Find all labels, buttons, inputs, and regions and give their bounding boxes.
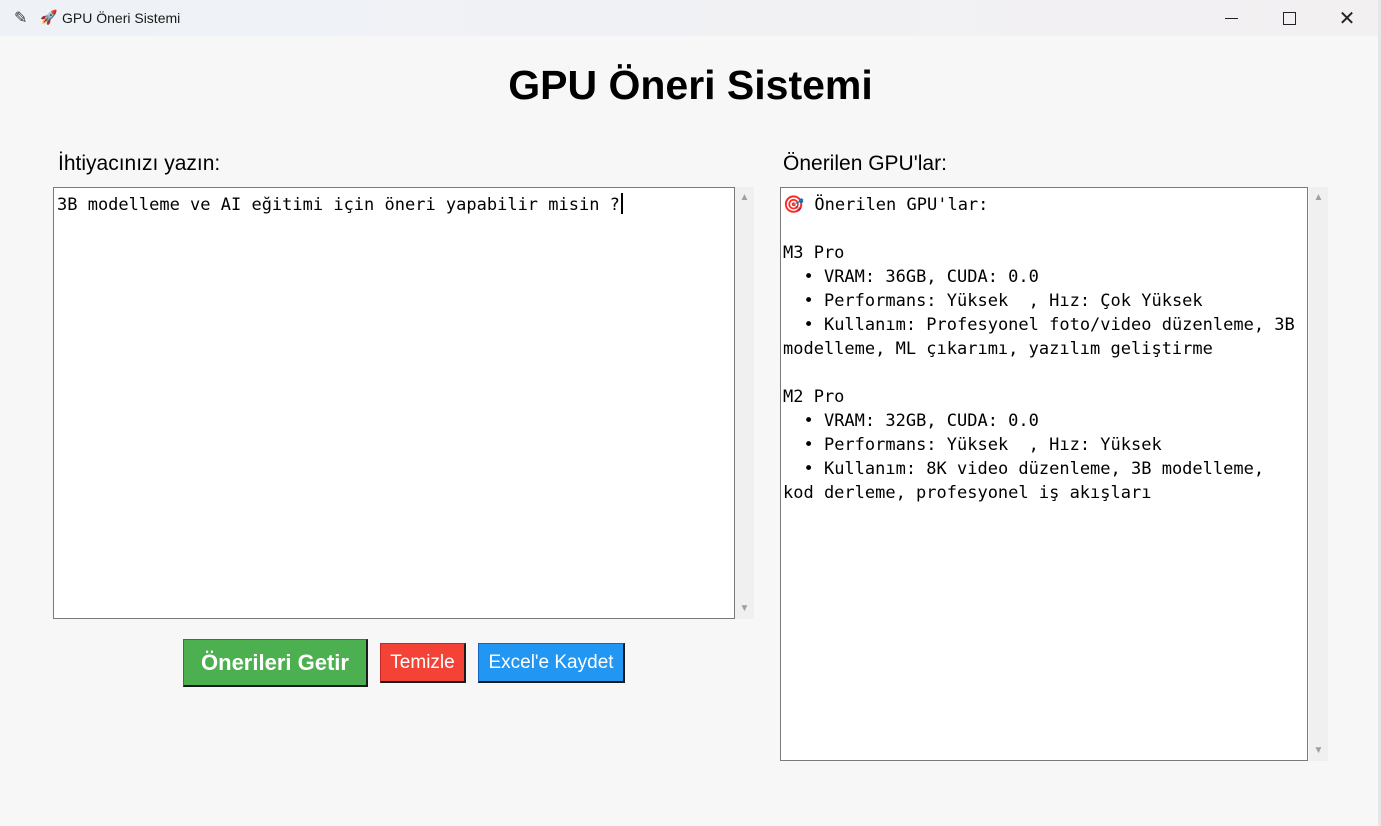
window-title: GPU Öneri Sistemi: [62, 10, 181, 26]
title-bar[interactable]: ✎ 🚀 GPU Öneri Sistemi ✕: [0, 0, 1378, 36]
client-area: GPU Öneri Sistemi İhtiyacınızı yazın: Ön…: [0, 36, 1378, 826]
need-input[interactable]: 3B modelleme ve AI eğitimi için öneri ya…: [53, 187, 735, 619]
page-title: GPU Öneri Sistemi: [508, 62, 873, 108]
save-excel-button[interactable]: Excel'e Kaydet: [478, 643, 625, 683]
minimize-icon: [1224, 17, 1238, 19]
text-caret: [620, 193, 623, 214]
output-scrollbar[interactable]: ▲ ▼: [1309, 187, 1328, 761]
recommendations-output[interactable]: 🎯 Önerilen GPU'lar: M3 Pro • VRAM: 36GB,…: [780, 187, 1308, 761]
recommendations-text: 🎯 Önerilen GPU'lar: M3 Pro • VRAM: 36GB,…: [783, 195, 1295, 503]
input-label: İhtiyacınızı yazın:: [58, 152, 221, 175]
input-scrollbar[interactable]: ▲ ▼: [735, 187, 754, 619]
clear-button[interactable]: Temizle: [380, 643, 466, 683]
scroll-up-icon[interactable]: ▲: [735, 192, 754, 203]
output-label: Önerilen GPU'lar:: [783, 152, 947, 175]
maximize-icon: [1282, 11, 1296, 25]
close-icon: ✕: [1338, 7, 1356, 30]
scroll-down-icon[interactable]: ▼: [735, 603, 754, 614]
rocket-icon: 🚀: [40, 9, 58, 25]
get-recommendations-button[interactable]: Önerileri Getir: [183, 639, 368, 687]
feather-icon: ✎: [14, 10, 28, 27]
need-input-value: 3B modelleme ve AI eğitimi için öneri ya…: [57, 195, 620, 215]
minimize-button[interactable]: [1202, 0, 1260, 36]
scroll-up-icon[interactable]: ▲: [1309, 192, 1328, 203]
app-window: ✎ 🚀 GPU Öneri Sistemi ✕ GPU Öneri Sistem…: [0, 0, 1379, 826]
maximize-button[interactable]: [1260, 0, 1318, 36]
need-input-text: 3B modelleme ve AI eğitimi için öneri ya…: [57, 193, 623, 215]
scroll-down-icon[interactable]: ▼: [1309, 745, 1328, 756]
close-button[interactable]: ✕: [1318, 0, 1376, 36]
